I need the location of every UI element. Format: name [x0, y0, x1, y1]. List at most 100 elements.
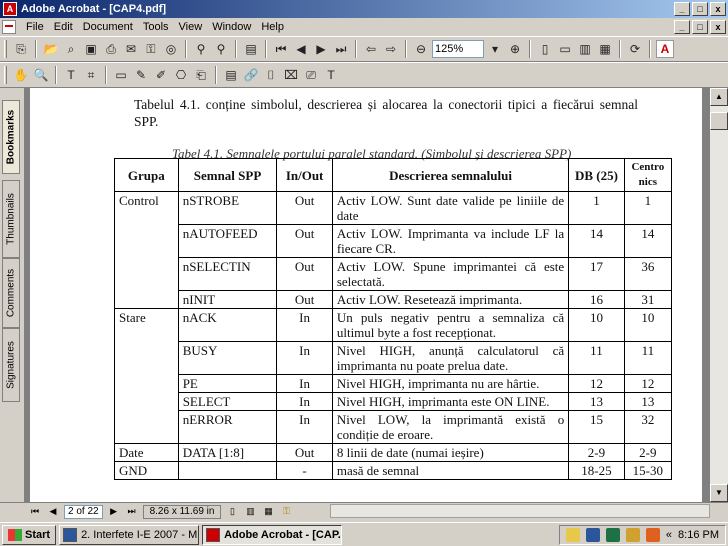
tab-bookmarks[interactable]: Bookmarks — [2, 100, 20, 174]
vertical-scrollbar[interactable]: ▲ ▼ — [710, 88, 728, 502]
cell-inout: Out — [276, 257, 333, 291]
menu-tools[interactable]: Tools — [139, 21, 175, 33]
next-view-icon[interactable]: ⇨ — [382, 40, 400, 58]
toolbar-grip[interactable] — [4, 40, 7, 58]
doc-minimize-button[interactable]: _ — [674, 20, 690, 34]
doc-close-button[interactable]: x — [710, 20, 726, 34]
menu-edit[interactable]: Edit — [50, 21, 79, 33]
scroll-thumb[interactable] — [710, 112, 728, 130]
text-select-icon[interactable]: T — [62, 66, 80, 84]
create-pdf-icon[interactable]: ⎘ — [12, 40, 30, 58]
document-icon[interactable] — [2, 20, 16, 34]
facing-icon[interactable]: ▦ — [261, 506, 275, 517]
link-tool-icon[interactable]: 🔗 — [242, 66, 260, 84]
attach-icon[interactable]: ⎗ — [192, 66, 210, 84]
zoom-out-icon[interactable]: ⊖ — [412, 40, 430, 58]
tray-expand-icon[interactable]: « — [666, 529, 672, 541]
doc-restore-button[interactable]: □ — [692, 20, 708, 34]
adobe-logo-icon[interactable]: A — [656, 40, 674, 58]
rotate-icon[interactable]: ⟳ — [626, 40, 644, 58]
tab-thumbnails[interactable]: Thumbnails — [2, 180, 20, 258]
scroll-up-icon[interactable]: ▲ — [710, 88, 728, 106]
crop-tool-icon[interactable]: ⌧ — [282, 66, 300, 84]
document-view[interactable]: Tabelul 4.1. conține simbolul, descriere… — [24, 88, 710, 502]
zoom-in-icon[interactable]: ⊕ — [506, 40, 524, 58]
col-inout: In/Out — [276, 158, 333, 192]
maximize-button[interactable]: □ — [692, 2, 708, 16]
folder-tray-icon[interactable] — [565, 528, 580, 542]
cell-db25: 15 — [568, 410, 625, 444]
note-tool-icon[interactable]: ▭ — [112, 66, 130, 84]
hand-tool-icon[interactable]: ✋ — [12, 66, 30, 84]
web-icon[interactable]: ◎ — [162, 40, 180, 58]
prev-page-nav-icon[interactable]: ◀ — [46, 506, 60, 517]
horizontal-scrollbar[interactable] — [330, 504, 710, 518]
key-icon[interactable]: ⚿ — [279, 506, 293, 517]
actual-size-icon[interactable]: ▯ — [536, 40, 554, 58]
find-icon[interactable]: ⚲ — [192, 40, 210, 58]
last-page-nav-icon[interactable]: ⏭ — [125, 506, 139, 517]
touchup-text-icon[interactable]: T — [322, 66, 340, 84]
search-web-icon[interactable]: ⌕ — [62, 40, 80, 58]
cell-inout: Out — [276, 191, 333, 225]
movie-tool-icon[interactable]: ⎚ — [302, 66, 320, 84]
previous-view-icon[interactable]: ⇦ — [362, 40, 380, 58]
menu-document[interactable]: Document — [79, 21, 139, 33]
cell-db25: 12 — [568, 374, 625, 393]
stamp-tool-icon[interactable]: ⎔ — [172, 66, 190, 84]
first-page-icon[interactable]: ⏮ — [272, 40, 290, 58]
taskbar-word-document[interactable]: 2. Interfete I-E 2007 - M... — [59, 524, 200, 545]
cell-descriere: Activ LOW. Imprimanta va include LF la f… — [331, 224, 570, 258]
cell-centronics: 11 — [623, 341, 673, 375]
page-number-field[interactable]: 2 of 22 — [64, 504, 103, 519]
col-db25: DB (25) — [568, 158, 625, 192]
pencil-tool-icon[interactable]: ✎ — [132, 66, 150, 84]
continuous-icon[interactable]: ▥ — [243, 506, 257, 517]
minimize-button[interactable]: _ — [674, 2, 690, 16]
email-icon[interactable]: ✉ — [122, 40, 140, 58]
zoom-dropdown-icon[interactable]: ▾ — [486, 40, 504, 58]
scroll-down-icon[interactable]: ▼ — [710, 484, 728, 502]
first-page-nav-icon[interactable]: ⏮ — [28, 506, 42, 517]
excel-tray-icon[interactable] — [605, 528, 620, 542]
cell-inout: In — [276, 341, 333, 375]
search-icon[interactable]: ⚲ — [212, 40, 230, 58]
taskbar-acrobat[interactable]: Adobe Acrobat - [CAP... — [202, 524, 343, 545]
fit-width-icon[interactable]: ▥ — [576, 40, 594, 58]
word-tray-icon[interactable] — [585, 528, 600, 542]
zoom-tool-icon[interactable]: 🔍 — [32, 66, 50, 84]
tab-signatures[interactable]: Signatures — [2, 328, 20, 402]
next-page-nav-icon[interactable]: ▶ — [107, 506, 121, 517]
close-button[interactable]: x — [710, 2, 726, 16]
toolbar-grip[interactable] — [4, 66, 7, 84]
security-icon[interactable]: ⚿ — [142, 40, 160, 58]
print-icon[interactable]: ⎙ — [102, 40, 120, 58]
media-tray-icon[interactable] — [645, 528, 660, 542]
start-button[interactable]: Start — [2, 524, 57, 545]
previous-page-icon[interactable]: ◀ — [292, 40, 310, 58]
menu-help[interactable]: Help — [257, 21, 290, 33]
zoom-input[interactable]: 125% — [432, 40, 484, 58]
save-icon[interactable]: ▣ — [82, 40, 100, 58]
table-row: Stare nACK In Un puls negativ pentru a semn… — [114, 308, 673, 444]
fit-page-icon[interactable]: ▭ — [556, 40, 574, 58]
menu-view[interactable]: View — [175, 21, 209, 33]
cell-db25: 11 — [568, 341, 625, 375]
highlight-tool-icon[interactable]: ✐ — [152, 66, 170, 84]
tab-comments[interactable]: Comments — [2, 258, 20, 328]
cell-descriere: Nivel HIGH, imprimanta este ON LINE. — [331, 392, 570, 411]
cell-semnal: nSTROBE — [177, 191, 278, 225]
graphics-select-icon[interactable]: ⌗ — [82, 66, 100, 84]
last-page-icon[interactable]: ⏭ — [332, 40, 350, 58]
pen-tray-icon[interactable] — [625, 528, 640, 542]
open-icon[interactable]: 📂 — [42, 40, 60, 58]
reflow-icon[interactable]: ▦ — [596, 40, 614, 58]
navigation-pane-icon[interactable]: ▤ — [242, 40, 260, 58]
form-tool-icon[interactable]: ▤ — [222, 66, 240, 84]
menu-file[interactable]: File — [22, 21, 50, 33]
menu-window[interactable]: Window — [208, 21, 257, 33]
acrobat-icon — [206, 527, 221, 542]
article-tool-icon[interactable]: ⌷ — [262, 66, 280, 84]
single-page-icon[interactable]: ▯ — [225, 506, 239, 517]
next-page-icon[interactable]: ▶ — [312, 40, 330, 58]
